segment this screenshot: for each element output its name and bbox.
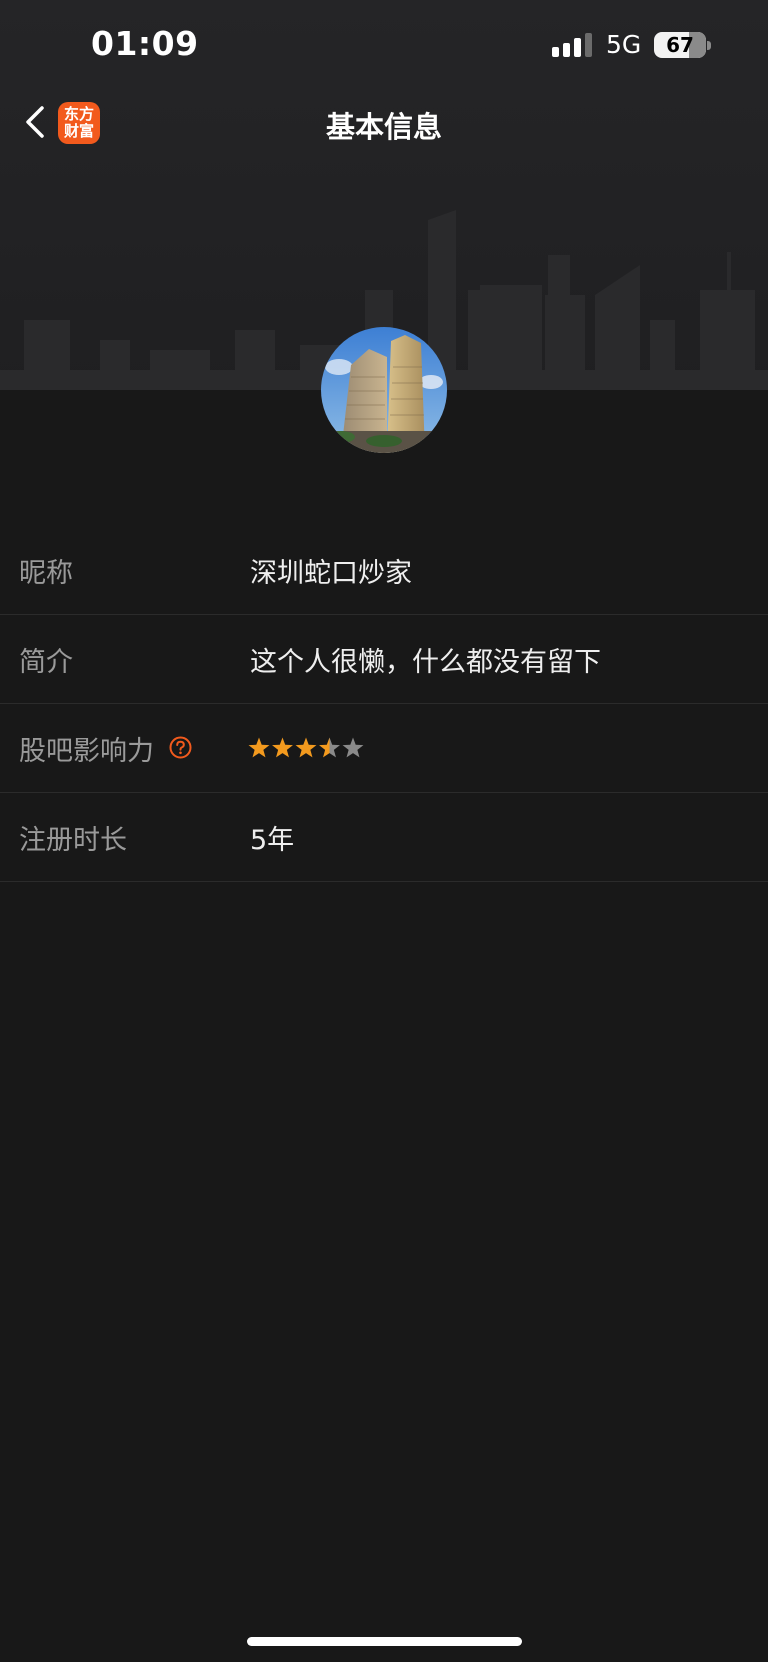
star-icon-full (295, 737, 317, 758)
bio-row: 简介 这个人很懒，什么都没有留下 (0, 615, 768, 704)
app-logo[interactable]: 东方 财富 (58, 102, 100, 144)
page-title: 基本信息 (325, 110, 442, 144)
influence-row: 股吧影响力 (0, 704, 768, 793)
star-icon-full (248, 737, 270, 758)
star-icon-empty (342, 737, 364, 758)
star-icon-full (272, 737, 293, 758)
registration-label: 注册时长 (19, 825, 127, 856)
nickname-value: 深圳蛇口炒家 (250, 558, 412, 589)
home-indicator (247, 1637, 522, 1646)
avatar-image (321, 327, 447, 453)
nav-bar: 东方 财富 基本信息 (0, 92, 768, 156)
nickname-label: 昵称 (19, 558, 73, 589)
registration-row: 注册时长 5年 (0, 793, 768, 882)
logo-text-line1: 东方 (63, 105, 94, 123)
avatar[interactable] (321, 327, 447, 453)
status-time: 01:09 (91, 24, 199, 63)
status-bar: 01:09 5G 67 (0, 0, 768, 92)
battery-icon: 67 (654, 32, 706, 58)
nickname-row: 昵称 深圳蛇口炒家 (0, 526, 768, 615)
cellular-signal-icon (552, 33, 592, 57)
back-button[interactable] (18, 100, 54, 144)
chevron-left-icon (26, 106, 44, 138)
star-icon-half (319, 737, 340, 758)
help-circle-icon[interactable] (169, 736, 192, 759)
logo-text-line2: 财富 (63, 122, 94, 140)
battery-tip (707, 41, 711, 50)
influence-rating (248, 737, 364, 758)
bio-value: 这个人很懒，什么都没有留下 (250, 647, 601, 678)
registration-value: 5年 (250, 825, 295, 856)
profile-info-list: 昵称 深圳蛇口炒家 简介 这个人很懒，什么都没有留下 股吧影响力 注册时长 5年 (0, 526, 768, 882)
network-type: 5G (606, 30, 642, 59)
influence-label: 股吧影响力 (19, 736, 154, 767)
battery-level: 67 (666, 33, 694, 57)
bio-label: 简介 (19, 647, 73, 678)
